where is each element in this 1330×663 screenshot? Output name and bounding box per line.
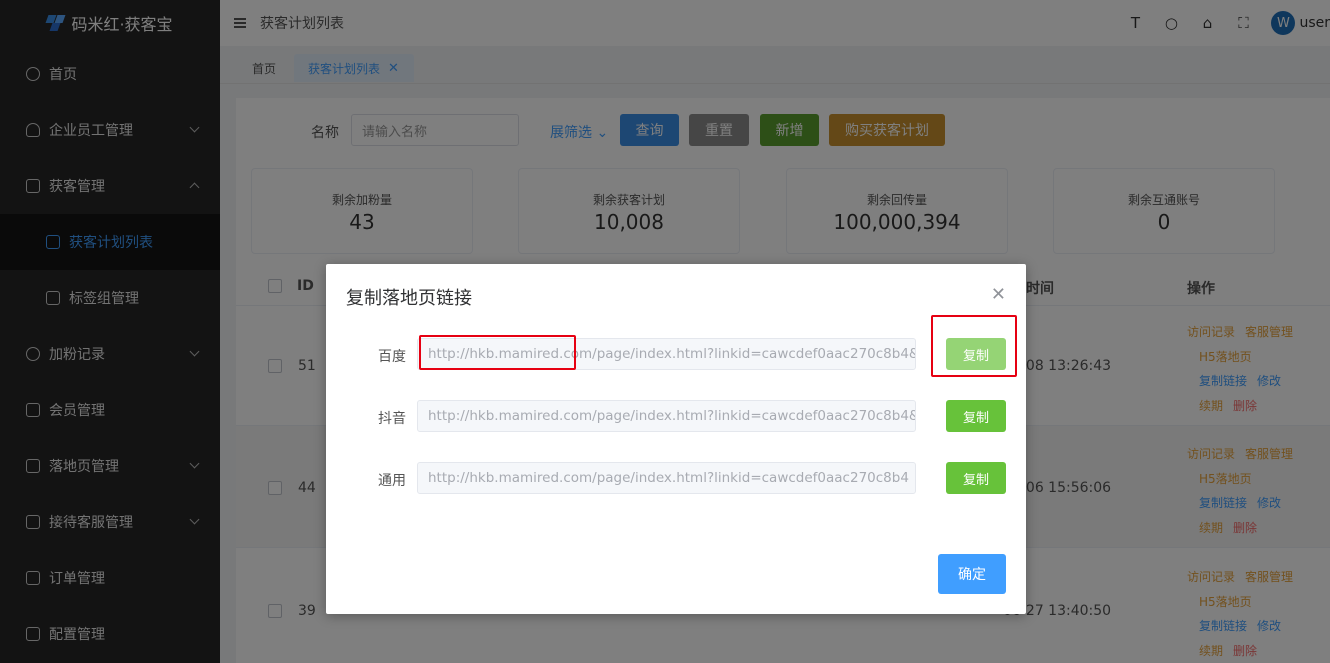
highlight-box-url <box>419 335 576 370</box>
douyin-label: 抖音 <box>378 411 406 427</box>
highlight-box-copy <box>931 315 1017 377</box>
douyin-copy-button[interactable]: 复制 <box>946 400 1006 432</box>
copy-link-dialog: 复制落地页链接 ✕ 百度 http://hkb.mamired.com/page… <box>326 264 1026 614</box>
confirm-button[interactable]: 确定 <box>938 554 1006 594</box>
baidu-label: 百度 <box>378 349 406 365</box>
douyin-url-input[interactable]: http://hkb.mamired.com/page/index.html?l… <box>417 400 916 432</box>
general-url-input[interactable]: http://hkb.mamired.com/page/index.html?l… <box>417 462 916 494</box>
dialog-title: 复制落地页链接 <box>346 288 472 309</box>
close-icon[interactable]: ✕ <box>991 284 1006 305</box>
link-row-douyin: 抖音 http://hkb.mamired.com/page/index.htm… <box>326 400 1026 432</box>
general-label: 通用 <box>378 473 406 489</box>
link-row-general: 通用 http://hkb.mamired.com/page/index.htm… <box>326 462 1026 494</box>
general-copy-button[interactable]: 复制 <box>946 462 1006 494</box>
